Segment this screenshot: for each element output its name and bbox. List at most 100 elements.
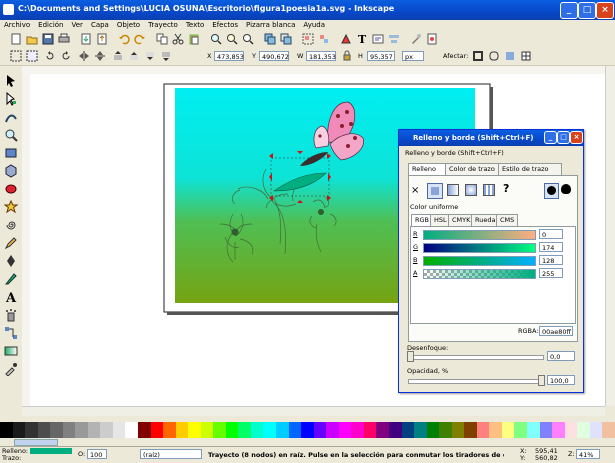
tab-fill[interactable]: Relleno <box>408 163 450 175</box>
zoom-input[interactable]: 41% <box>576 449 600 459</box>
menu-pizarra[interactable]: Pizarra blanca <box>242 20 299 31</box>
palette-swatch[interactable] <box>25 422 38 438</box>
rectangle-tool-icon[interactable] <box>4 146 18 160</box>
gradient-tool-icon[interactable] <box>4 344 18 358</box>
menu-trayecto[interactable]: Trayecto <box>144 20 182 31</box>
calligraphy-tool-icon[interactable] <box>4 272 18 286</box>
palette-swatch[interactable] <box>238 422 251 438</box>
menu-objeto[interactable]: Objeto <box>113 20 144 31</box>
rotate-ccw-icon[interactable] <box>44 50 56 62</box>
fill-rule-nonzero-icon[interactable] <box>561 184 573 196</box>
palette-swatch[interactable] <box>75 422 88 438</box>
copy-icon[interactable] <box>156 33 168 45</box>
flip-horizontal-icon[interactable] <box>78 50 90 62</box>
b-value[interactable]: 128 <box>539 255 563 265</box>
palette-swatch[interactable] <box>62 422 76 438</box>
palette-swatch[interactable] <box>163 422 176 438</box>
undo-icon[interactable] <box>118 33 130 45</box>
tab-cms[interactable]: CMS <box>496 214 518 226</box>
palette-swatch[interactable] <box>338 422 352 438</box>
palette-swatch[interactable] <box>526 422 540 438</box>
star-tool-icon[interactable] <box>3 199 19 214</box>
g-slider[interactable] <box>423 243 536 253</box>
scale-stroke-icon[interactable] <box>472 50 484 62</box>
palette-swatch[interactable] <box>50 422 63 438</box>
ungroup-icon[interactable] <box>318 33 330 45</box>
r-slider[interactable] <box>423 230 536 240</box>
dialog-maximize-button[interactable]: □ <box>557 131 570 144</box>
color-palette[interactable] <box>0 422 615 438</box>
close-button[interactable]: × <box>596 2 614 19</box>
open-icon[interactable] <box>26 33 38 45</box>
spiral-tool-icon[interactable] <box>4 218 18 232</box>
dialog-minimize-button[interactable]: _ <box>544 131 557 144</box>
dropper-tool-icon[interactable] <box>4 362 18 377</box>
blur-value[interactable]: 0,0 <box>547 351 575 361</box>
palette-swatch[interactable] <box>125 422 139 438</box>
tab-wheel[interactable]: Rueda <box>471 214 498 226</box>
h-input[interactable]: 95,357 <box>367 51 395 61</box>
palette-swatch[interactable] <box>87 422 101 438</box>
palette-swatch[interactable] <box>313 422 327 438</box>
tab-stroke-style[interactable]: Estilo de trazo <box>498 163 562 175</box>
palette-swatch[interactable] <box>552 422 565 438</box>
y-input[interactable]: 490,672 <box>259 51 289 61</box>
palette-swatch[interactable] <box>150 422 164 438</box>
status-fill-swatch[interactable] <box>30 448 72 454</box>
palette-swatch[interactable] <box>464 422 477 438</box>
unit-select[interactable]: px <box>402 51 424 61</box>
menu-archivo[interactable]: Archivo <box>0 20 34 31</box>
palette-swatch[interactable] <box>326 422 339 438</box>
r-value[interactable]: 0 <box>539 229 563 239</box>
maximize-button[interactable]: □ <box>578 2 596 19</box>
palette-swatch[interactable] <box>175 422 189 438</box>
a-value[interactable]: 255 <box>539 268 563 278</box>
palette-swatch[interactable] <box>0 422 13 438</box>
lock-icon[interactable] <box>341 50 353 62</box>
no-paint-icon[interactable]: × <box>411 185 419 196</box>
linear-gradient-icon[interactable] <box>447 184 459 196</box>
dialog-close-button[interactable]: × <box>570 131 583 144</box>
palette-swatch[interactable] <box>37 422 51 438</box>
lower-bottom-icon[interactable] <box>160 50 172 62</box>
menu-ayuda[interactable]: Ayuda <box>299 20 329 31</box>
blur-slider-thumb[interactable] <box>407 351 414 362</box>
opacity-slider-thumb[interactable] <box>538 375 545 386</box>
group-icon[interactable] <box>302 33 314 45</box>
tweak-tool-icon[interactable] <box>4 110 18 124</box>
rotate-cw-icon[interactable] <box>60 50 72 62</box>
node-tool-icon[interactable] <box>4 91 18 106</box>
palette-swatch[interactable] <box>539 422 553 438</box>
tab-rgb[interactable]: RGB <box>411 214 432 226</box>
minimize-button[interactable]: _ <box>560 2 578 19</box>
palette-swatch[interactable] <box>363 422 377 438</box>
palette-swatch[interactable] <box>301 422 314 438</box>
opacity-slider[interactable] <box>408 379 544 384</box>
menu-ver[interactable]: Ver <box>68 20 87 31</box>
flat-color-icon[interactable] <box>427 183 443 199</box>
tab-cmyk[interactable]: CMYK <box>448 214 473 226</box>
status-opacity-input[interactable]: 100 <box>87 449 107 459</box>
palette-swatch[interactable] <box>188 422 201 438</box>
palette-swatch[interactable] <box>514 422 527 438</box>
document-props-icon[interactable] <box>426 33 438 45</box>
palette-swatch[interactable] <box>112 422 126 438</box>
duplicate-icon[interactable] <box>264 33 276 45</box>
tab-hsl[interactable]: HSL <box>430 214 450 226</box>
palette-swatch[interactable] <box>276 422 289 438</box>
export-icon[interactable] <box>96 33 108 45</box>
align-icon[interactable] <box>388 33 400 45</box>
palette-swatch[interactable] <box>263 422 277 438</box>
selector-tool-icon[interactable] <box>4 74 18 88</box>
w-input[interactable]: 181,353 <box>306 51 336 61</box>
palette-swatch[interactable] <box>564 422 578 438</box>
zoom-tool-icon[interactable] <box>4 128 18 142</box>
blur-slider[interactable] <box>408 355 544 360</box>
menu-texto[interactable]: Texto <box>182 20 208 31</box>
x-input[interactable]: 473,853 <box>214 51 244 61</box>
palette-swatch[interactable] <box>288 422 302 438</box>
palette-swatch[interactable] <box>426 422 440 438</box>
b-slider[interactable] <box>423 256 536 266</box>
palette-swatch[interactable] <box>138 422 151 438</box>
palette-swatch[interactable] <box>589 422 603 438</box>
